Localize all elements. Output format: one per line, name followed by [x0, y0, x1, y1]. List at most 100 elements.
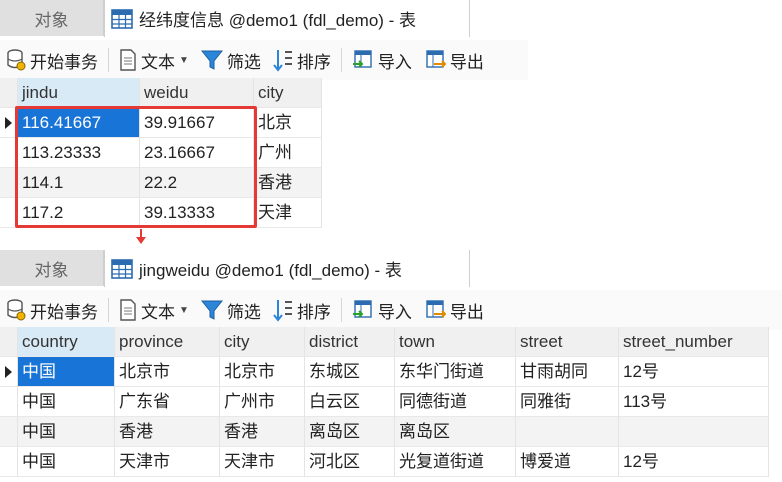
column-header[interactable]: jindu: [18, 78, 140, 108]
row-indicator: [0, 417, 18, 447]
table-cell[interactable]: [619, 417, 769, 447]
table-cell[interactable]: 广东省: [115, 387, 220, 417]
column-header[interactable]: province: [115, 327, 220, 357]
database-icon: [7, 49, 26, 71]
table-cell[interactable]: 12号: [619, 447, 769, 477]
text-button[interactable]: 文本 ▼: [113, 290, 195, 330]
column-header[interactable]: street_number: [619, 327, 769, 357]
table-cell[interactable]: 同雅街: [516, 387, 619, 417]
sort-button[interactable]: 排序: [267, 290, 337, 330]
table-cell[interactable]: 广州: [254, 138, 322, 168]
toolbar-divider: [340, 298, 342, 322]
column-header[interactable]: country: [18, 327, 115, 357]
tab-table-jingweidu-info[interactable]: 经纬度信息 @demo1 (fdl_demo) - 表: [104, 0, 470, 37]
column-header[interactable]: city: [220, 327, 305, 357]
table-cell[interactable]: 中国: [18, 357, 115, 387]
row-indicator-header: [0, 327, 18, 357]
tab-objects-label: 对象: [34, 260, 69, 280]
table-cell[interactable]: 天津: [254, 198, 322, 228]
table-cell[interactable]: 香港: [220, 417, 305, 447]
toolbar-divider: [340, 48, 342, 72]
table-cell[interactable]: 天津市: [115, 447, 220, 477]
table-cell[interactable]: 香港: [254, 168, 322, 198]
table-cell[interactable]: 中国: [18, 417, 115, 447]
export-icon: [426, 300, 446, 318]
table-row[interactable]: 中国 天津市 天津市 河北区 光复道街道 博爱道 12号: [0, 447, 769, 477]
begin-transaction-label: 开始事务: [30, 52, 98, 72]
table-cell[interactable]: 天津市: [220, 447, 305, 477]
tab-title: jingweidu @demo1 (fdl_demo) - 表: [139, 261, 402, 280]
header-row: country province city district town stre…: [0, 327, 769, 357]
filter-icon: [200, 50, 223, 70]
tab-table-jingweidu[interactable]: jingweidu @demo1 (fdl_demo) - 表: [104, 250, 470, 287]
text-label: 文本: [141, 302, 175, 322]
table-cell[interactable]: 甘雨胡同: [516, 357, 619, 387]
table-cell[interactable]: 光复道街道: [395, 447, 516, 477]
table-cell[interactable]: 香港: [115, 417, 220, 447]
sort-icon: [273, 50, 292, 72]
table-cell[interactable]: 北京: [254, 108, 322, 138]
export-label: 导出: [449, 302, 484, 322]
table-cell[interactable]: 北京市: [220, 357, 305, 387]
top-toolbar: 开始事务 文本 ▼ 筛选 排序 导入 导出: [0, 40, 528, 80]
import-button[interactable]: 导入: [346, 40, 418, 80]
table-cell[interactable]: 中国: [18, 387, 115, 417]
column-header[interactable]: weidu: [140, 78, 254, 108]
filter-label: 筛选: [226, 302, 261, 322]
export-button[interactable]: 导出: [418, 40, 490, 80]
table-icon: [111, 8, 133, 29]
table-cell[interactable]: 广州市: [220, 387, 305, 417]
begin-transaction-button[interactable]: 开始事务: [0, 40, 104, 80]
text-button[interactable]: 文本 ▼: [113, 40, 195, 80]
table-cell[interactable]: 离岛区: [395, 417, 516, 447]
export-button[interactable]: 导出: [418, 290, 490, 330]
table-cell[interactable]: 河北区: [305, 447, 395, 477]
bottom-toolbar: 开始事务 文本 ▼ 筛选 排序 导入 导出: [0, 290, 782, 330]
table-cell[interactable]: 白云区: [305, 387, 395, 417]
table-cell[interactable]: 东华门街道: [395, 357, 516, 387]
import-icon: [352, 50, 372, 68]
row-indicator-header: [0, 78, 18, 108]
highlight-box: [15, 106, 257, 228]
column-header[interactable]: street: [516, 327, 619, 357]
table-cell[interactable]: 离岛区: [305, 417, 395, 447]
table-cell[interactable]: 北京市: [115, 357, 220, 387]
table-cell[interactable]: 113号: [619, 387, 769, 417]
current-row-icon: [5, 366, 12, 378]
filter-icon: [200, 300, 223, 320]
import-label: 导入: [377, 302, 412, 322]
filter-button[interactable]: 筛选: [195, 40, 267, 80]
column-header[interactable]: town: [395, 327, 516, 357]
filter-button[interactable]: 筛选: [195, 290, 267, 330]
column-header[interactable]: district: [305, 327, 395, 357]
import-icon: [352, 300, 372, 318]
table-cell[interactable]: 同德街道: [395, 387, 516, 417]
table-row[interactable]: 中国 香港 香港 离岛区 离岛区: [0, 417, 769, 447]
table-cell[interactable]: [516, 417, 619, 447]
tab-objects[interactable]: 对象: [0, 250, 104, 286]
top-tab-bar: 对象 经纬度信息 @demo1 (fdl_demo) - 表: [0, 0, 470, 37]
chevron-down-icon: ▼: [179, 304, 189, 316]
toolbar-divider: [108, 298, 109, 322]
sort-label: 排序: [296, 52, 331, 72]
table-cell[interactable]: 东城区: [305, 357, 395, 387]
begin-transaction-label: 开始事务: [30, 302, 98, 322]
sort-button[interactable]: 排序: [267, 40, 337, 80]
text-label: 文本: [141, 52, 175, 72]
column-header[interactable]: city: [254, 78, 322, 108]
table-row[interactable]: 中国 广东省 广州市 白云区 同德街道 同雅街 113号: [0, 387, 769, 417]
document-icon: [120, 299, 136, 321]
table-row[interactable]: 中国 北京市 北京市 东城区 东华门街道 甘雨胡同 12号: [0, 357, 769, 387]
begin-transaction-button[interactable]: 开始事务: [0, 290, 104, 330]
table-cell[interactable]: 博爱道: [516, 447, 619, 477]
tab-objects-label: 对象: [34, 10, 69, 30]
table-cell[interactable]: 中国: [18, 447, 115, 477]
database-icon: [7, 299, 26, 321]
filter-label: 筛选: [226, 52, 261, 72]
sort-icon: [273, 300, 292, 322]
current-row-icon: [5, 117, 12, 129]
import-label: 导入: [377, 52, 412, 72]
import-button[interactable]: 导入: [346, 290, 418, 330]
tab-objects[interactable]: 对象: [0, 0, 104, 36]
table-cell[interactable]: 12号: [619, 357, 769, 387]
